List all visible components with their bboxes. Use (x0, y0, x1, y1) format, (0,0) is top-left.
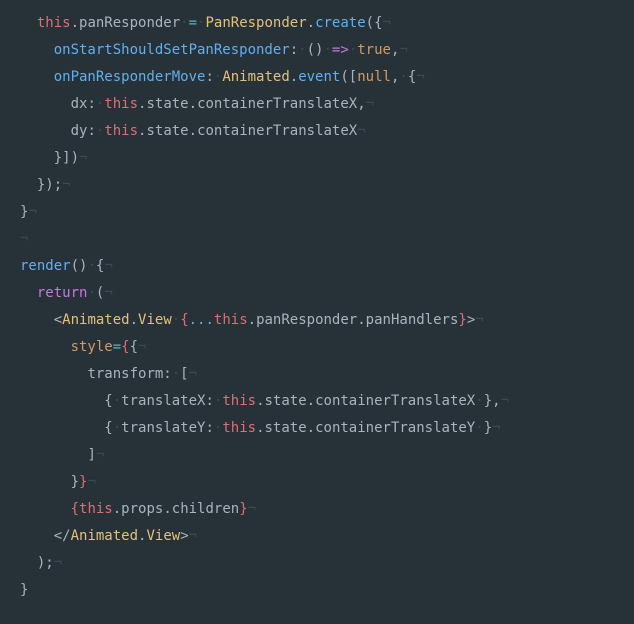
code-line: ]¬ (20, 447, 104, 463)
code-line: transform:·[¬ (20, 366, 197, 382)
code-line: }¬ (20, 204, 37, 220)
code-line: }}¬ (20, 474, 96, 490)
code-line: dy:·this.state.containerTranslateX¬ (20, 123, 366, 139)
code-line: style={{¬ (20, 339, 146, 355)
code-line: onStartShouldSetPanResponder:·()·=>·true… (20, 42, 408, 58)
code-line: return·(¬ (20, 285, 113, 301)
code-line: render()·{¬ (20, 258, 113, 274)
code-line: {·translateX:·this.state.containerTransl… (20, 393, 509, 409)
code-line: </Animated.View>¬ (20, 528, 197, 544)
code-line: {this.props.children}¬ (20, 501, 256, 517)
code-editor[interactable]: this.panResponder·=·PanResponder.create(… (0, 0, 634, 604)
code-line: );¬ (20, 555, 62, 571)
code-line: onPanResponderMove:·Animated.event([null… (20, 69, 425, 85)
keyword-this: this (37, 15, 71, 31)
code-line: } (20, 582, 28, 598)
code-line: });¬ (20, 177, 71, 193)
code-line: dx:·this.state.containerTranslateX,¬ (20, 96, 374, 112)
code-line: this.panResponder·=·PanResponder.create(… (20, 15, 391, 31)
code-line: }])¬ (20, 150, 87, 166)
code-line: {·translateY:·this.state.containerTransl… (20, 420, 501, 436)
code-line: ¬ (20, 231, 28, 247)
code-line: <Animated.View·{...this.panResponder.pan… (20, 312, 484, 328)
